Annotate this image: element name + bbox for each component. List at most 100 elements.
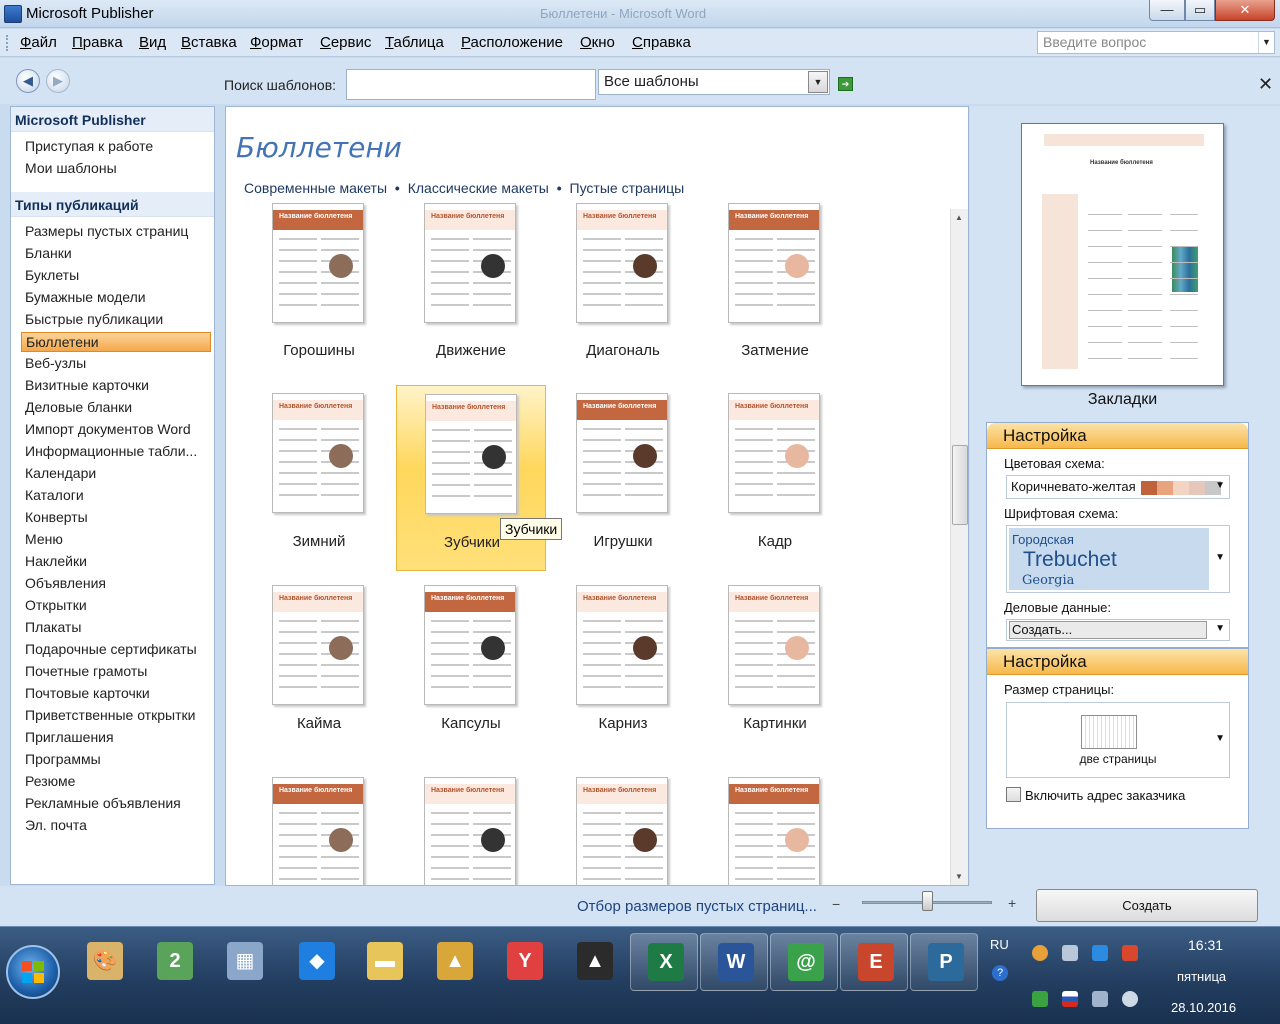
- zoom-slider-thumb[interactable]: [922, 891, 933, 911]
- go-search-icon[interactable]: ➔: [838, 77, 853, 91]
- taskbar-app-button[interactable]: W: [700, 933, 768, 991]
- publication-type-item[interactable]: Резюме: [21, 772, 211, 792]
- template-tile[interactable]: Название бюллетеня Зубчики: [396, 385, 546, 571]
- chevron-down-icon[interactable]: ▼: [808, 71, 828, 93]
- publication-type-item[interactable]: Каталоги: [21, 486, 211, 506]
- update-icon[interactable]: [1032, 991, 1048, 1007]
- publication-type-item[interactable]: Размеры пустых страниц: [21, 222, 211, 242]
- publication-type-item[interactable]: Информационные табли...: [21, 442, 211, 462]
- template-tile[interactable]: Название бюллетеня Капсулы: [396, 577, 546, 763]
- clock-weekday[interactable]: пятница: [1177, 969, 1226, 984]
- publication-type-item[interactable]: Меню: [21, 530, 211, 550]
- menu-file[interactable]: Файл: [20, 34, 57, 51]
- sound-muted-icon[interactable]: [1122, 945, 1138, 961]
- publication-type-item[interactable]: Конверты: [21, 508, 211, 528]
- template-tile[interactable]: Название бюллетеня Движение: [396, 203, 546, 395]
- back-button[interactable]: ◀: [16, 69, 40, 93]
- chevron-down-icon[interactable]: ▼: [1258, 32, 1274, 53]
- publication-type-item[interactable]: Бланки: [21, 244, 211, 264]
- template-tile[interactable]: Название бюллетеня Затмение: [700, 203, 850, 395]
- chevron-down-icon[interactable]: ▼: [1215, 623, 1225, 634]
- taskbar-app-button[interactable]: ◆: [282, 933, 350, 991]
- template-tile[interactable]: Название бюллетеня: [700, 769, 850, 885]
- help-icon[interactable]: ?: [992, 965, 1008, 981]
- menu-view[interactable]: Вид: [139, 34, 166, 51]
- publication-type-item[interactable]: Почетные грамоты: [21, 662, 211, 682]
- taskbar-app-button[interactable]: ▲: [420, 933, 488, 991]
- taskbar-app-button[interactable]: 🎨: [70, 933, 138, 991]
- taskbar-app-button[interactable]: ▦: [210, 933, 278, 991]
- taskbar-app-button[interactable]: E: [840, 933, 908, 991]
- publication-type-item[interactable]: Календари: [21, 464, 211, 484]
- start-button[interactable]: [6, 945, 60, 999]
- menu-table[interactable]: Таблица: [385, 34, 444, 51]
- clock-date[interactable]: 28.10.2016: [1171, 1000, 1236, 1015]
- publication-type-item[interactable]: Бумажные модели: [21, 288, 211, 308]
- filter-blank[interactable]: Пустые страницы: [570, 180, 685, 196]
- scroll-down-icon[interactable]: ▼: [955, 872, 963, 881]
- minimize-button[interactable]: —: [1149, 0, 1185, 21]
- publication-type-item[interactable]: Рекламные объявления: [21, 794, 211, 814]
- chevron-down-icon[interactable]: ▼: [1215, 480, 1225, 491]
- close-window-button[interactable]: ✕: [1215, 0, 1275, 21]
- publication-type-item[interactable]: Буклеты: [21, 266, 211, 286]
- template-tile[interactable]: Название бюллетеня Игрушки: [548, 385, 698, 571]
- chevron-down-icon[interactable]: ▼: [1215, 733, 1225, 744]
- menu-window[interactable]: Окно: [580, 34, 615, 51]
- template-scope-select[interactable]: Все шаблоны ▼: [598, 69, 830, 95]
- scroll-thumb[interactable]: [952, 445, 968, 525]
- menu-arrange[interactable]: Расположение: [461, 34, 563, 51]
- publication-type-item[interactable]: Визитные карточки: [21, 376, 211, 396]
- taskbar-app-button[interactable]: @: [770, 933, 838, 991]
- publication-type-item[interactable]: Приветственные открытки: [21, 706, 211, 726]
- publication-type-item[interactable]: Деловые бланки: [21, 398, 211, 418]
- language-indicator[interactable]: RU: [990, 937, 1009, 952]
- publication-type-item[interactable]: Почтовые карточки: [21, 684, 211, 704]
- volume-icon[interactable]: [1062, 945, 1078, 961]
- template-tile[interactable]: Название бюллетеня Кадр: [700, 385, 850, 571]
- customer-address-checkbox[interactable]: [1006, 787, 1021, 802]
- taskbar-app-button[interactable]: ▬: [350, 933, 418, 991]
- font-scheme-select[interactable]: Городская Trebuchet Georgia ▼: [1006, 525, 1230, 593]
- publication-type-item[interactable]: Открытки: [21, 596, 211, 616]
- publication-type-item[interactable]: Эл. почта: [21, 816, 211, 836]
- template-tile[interactable]: Название бюллетеня Карниз: [548, 577, 698, 763]
- template-tile[interactable]: Название бюллетеня Зимний: [244, 385, 394, 571]
- cloud-sync-icon[interactable]: [1122, 991, 1138, 1007]
- zoom-out-icon[interactable]: −: [832, 896, 840, 912]
- create-button[interactable]: Создать: [1036, 889, 1258, 922]
- template-tile[interactable]: Название бюллетеня Горошины: [244, 203, 394, 395]
- publication-type-item[interactable]: Подарочные сертификаты: [21, 640, 211, 660]
- taskbar-app-button[interactable]: ▲: [560, 933, 628, 991]
- template-tile[interactable]: Название бюллетеня Диагональ: [548, 203, 698, 395]
- network-globe-icon[interactable]: [1032, 945, 1048, 961]
- maximize-button[interactable]: ▭: [1185, 0, 1215, 21]
- template-tile[interactable]: Название бюллетеня Кайма: [244, 577, 394, 763]
- business-info-select[interactable]: Создать... ▼: [1006, 619, 1230, 641]
- taskbar-app-button[interactable]: X: [630, 933, 698, 991]
- publication-type-item[interactable]: Импорт документов Word: [21, 420, 211, 440]
- filter-modern[interactable]: Современные макеты: [244, 180, 387, 196]
- publication-type-item[interactable]: Быстрые публикации: [21, 310, 211, 330]
- template-search-input[interactable]: [346, 69, 596, 100]
- taskbar-app-button[interactable]: 2: [140, 933, 208, 991]
- publication-type-item[interactable]: Объявления: [21, 574, 211, 594]
- publication-type-item[interactable]: Программы: [21, 750, 211, 770]
- page-size-select[interactable]: две страницы ▼: [1006, 702, 1230, 778]
- network-icon[interactable]: [1092, 991, 1108, 1007]
- taskbar-app-button[interactable]: Y: [490, 933, 558, 991]
- menu-format[interactable]: Формат: [250, 34, 303, 51]
- forward-button[interactable]: ▶: [46, 69, 70, 93]
- publication-type-item[interactable]: Бюллетени: [21, 332, 211, 352]
- publication-type-item[interactable]: Плакаты: [21, 618, 211, 638]
- nav-getting-started[interactable]: Приступая к работе: [21, 137, 211, 157]
- blank-sizes-link[interactable]: Отбор размеров пустых страниц...: [577, 898, 817, 915]
- template-tile[interactable]: Название бюллетеня Картинки: [700, 577, 850, 763]
- color-scheme-select[interactable]: Коричневато-желтая ▼: [1006, 475, 1230, 499]
- template-tile[interactable]: Название бюллетеня: [244, 769, 394, 885]
- template-tile[interactable]: Название бюллетеня: [548, 769, 698, 885]
- gallery-scrollbar[interactable]: ▲ ▼: [950, 209, 968, 885]
- dropbox-tray-icon[interactable]: [1092, 945, 1108, 961]
- menu-edit[interactable]: Правка: [72, 34, 123, 51]
- publication-type-item[interactable]: Приглашения: [21, 728, 211, 748]
